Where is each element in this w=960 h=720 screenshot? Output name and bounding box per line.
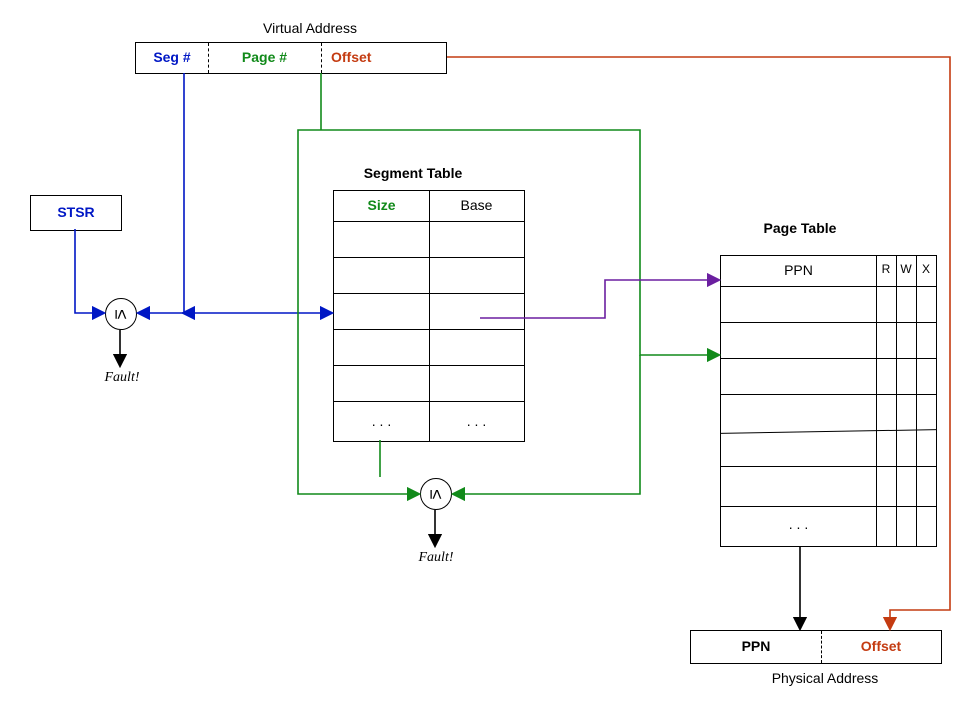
comparator-2: ≤ (420, 478, 452, 510)
phys-box: PPN Offset (690, 630, 942, 664)
va-title: Virtual Address (225, 20, 395, 36)
seg-row-1 (334, 257, 524, 258)
cmp2-op: ≤ (425, 489, 446, 499)
pt-row-1 (721, 322, 936, 323)
pt-col-r: R (876, 262, 896, 276)
segment-table-title: Segment Table (333, 165, 493, 181)
pt-dots: . . . (721, 516, 876, 532)
pt-row-4 (720, 429, 937, 434)
pt-hdr-line (721, 286, 936, 287)
pt-div-3 (916, 256, 917, 546)
fault-1: Fault! (92, 370, 152, 386)
seg-col-divider (429, 191, 430, 441)
phys-ppn: PPN (691, 638, 821, 654)
pt-row-3 (721, 394, 936, 395)
cmp1-op: ≤ (110, 309, 131, 319)
fault-2: Fault! (406, 550, 466, 566)
va-box: Seg # Page # Offset (135, 42, 447, 74)
pt-col-x: X (916, 262, 936, 276)
seg-dots-r: . . . (429, 413, 524, 429)
seg-dots-l: . . . (334, 413, 429, 429)
pt-col-ppn: PPN (721, 262, 876, 278)
va-page: Page # (208, 49, 321, 65)
seg-hdr-line (334, 221, 524, 222)
seg-row-5 (334, 401, 524, 402)
phys-offset: Offset (821, 638, 941, 654)
comparator-1: ≤ (105, 298, 137, 330)
va-seg: Seg # (136, 49, 208, 65)
stsr-label: STSR (31, 204, 121, 220)
seg-col-size: Size (334, 197, 429, 213)
seg-col-base: Base (429, 197, 524, 213)
seg-row-4 (334, 365, 524, 366)
page-table: PPN R W X . . . (720, 255, 937, 547)
pt-col-w: W (896, 262, 916, 276)
seg-row-3 (334, 329, 524, 330)
pt-div-1 (876, 256, 877, 546)
page-table-title: Page Table (720, 220, 880, 236)
phys-title: Physical Address (745, 670, 905, 686)
pt-row-2 (721, 358, 936, 359)
va-offset: Offset (321, 49, 446, 65)
segment-table: Size Base . . . . . . (333, 190, 525, 442)
stsr-box: STSR (30, 195, 122, 231)
pt-div-2 (896, 256, 897, 546)
seg-row-2 (334, 293, 524, 294)
pt-row-5 (721, 466, 936, 467)
pt-row-6 (721, 506, 936, 507)
